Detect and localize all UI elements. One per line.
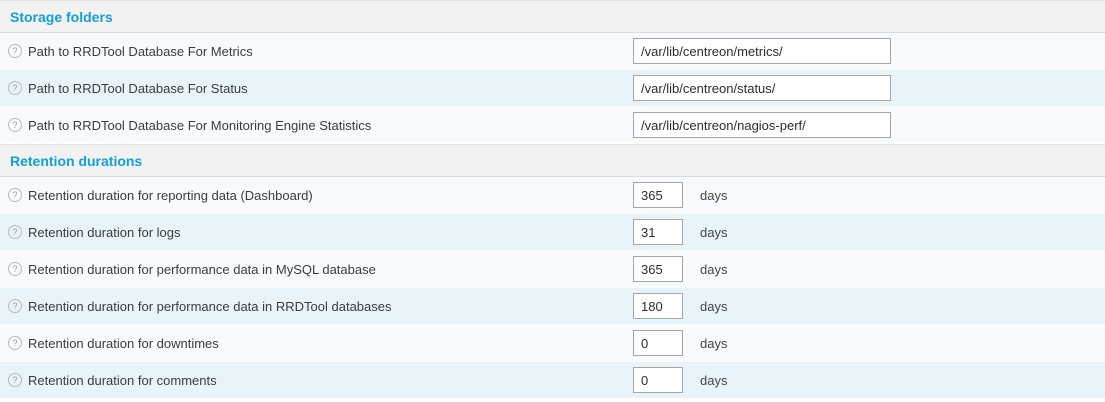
path-input[interactable] (633, 38, 891, 64)
settings-section: Storage folders ? Path to RRDTool Databa… (0, 0, 1105, 144)
field-value-area: days (633, 288, 727, 324)
field-value-area: days (633, 362, 727, 398)
help-icon[interactable]: ? (8, 262, 22, 276)
section-rows: ? Retention duration for reporting data … (0, 177, 1105, 399)
help-icon[interactable]: ? (8, 336, 22, 350)
field-value-area: days (633, 177, 727, 213)
section-title: Retention durations (10, 153, 142, 169)
field-value-area: days (633, 214, 727, 250)
help-icon[interactable]: ? (8, 299, 22, 313)
field-value-area: days (633, 251, 727, 287)
field-value-area: days (633, 325, 727, 361)
section-rows: ? Path to RRDTool Database For Metrics ?… (0, 33, 1105, 144)
field-label: Retention duration for performance data … (28, 262, 376, 277)
duration-input[interactable] (633, 182, 683, 208)
field-label: Retention duration for comments (28, 373, 217, 388)
setting-row: ? Retention duration for logs days (0, 214, 1105, 251)
days-suffix: days (700, 373, 727, 388)
days-suffix: days (700, 225, 727, 240)
path-input[interactable] (633, 75, 891, 101)
setting-row: ? Retention duration for performance dat… (0, 251, 1105, 288)
field-value-area (633, 107, 891, 143)
setting-row: ? Retention duration for performance dat… (0, 288, 1105, 325)
section-title: Storage folders (10, 9, 113, 25)
field-label: Retention duration for reporting data (D… (28, 188, 313, 203)
field-label: Retention duration for performance data … (28, 299, 392, 314)
help-icon[interactable]: ? (8, 118, 22, 132)
help-icon[interactable]: ? (8, 373, 22, 387)
field-label: Path to RRDTool Database For Metrics (28, 44, 253, 59)
duration-input[interactable] (633, 330, 683, 356)
settings-section: Retention durations ? Retention duration… (0, 144, 1105, 399)
field-value-area (633, 33, 891, 69)
days-suffix: days (700, 188, 727, 203)
field-label: Path to RRDTool Database For Monitoring … (28, 118, 371, 133)
section-header: Storage folders (0, 0, 1105, 33)
field-label: Retention duration for logs (28, 225, 180, 240)
help-icon[interactable]: ? (8, 81, 22, 95)
field-label: Path to RRDTool Database For Status (28, 81, 248, 96)
duration-input[interactable] (633, 256, 683, 282)
days-suffix: days (700, 336, 727, 351)
field-value-area (633, 70, 891, 106)
setting-row: ? Retention duration for comments days (0, 362, 1105, 399)
options-page: Storage folders ? Path to RRDTool Databa… (0, 0, 1105, 402)
setting-row: ? Path to RRDTool Database For Status (0, 70, 1105, 107)
field-label: Retention duration for downtimes (28, 336, 219, 351)
help-icon[interactable]: ? (8, 44, 22, 58)
section-header: Retention durations (0, 144, 1105, 177)
days-suffix: days (700, 262, 727, 277)
duration-input[interactable] (633, 219, 683, 245)
setting-row: ? Retention duration for downtimes days (0, 325, 1105, 362)
help-icon[interactable]: ? (8, 188, 22, 202)
duration-input[interactable] (633, 293, 683, 319)
duration-input[interactable] (633, 367, 683, 393)
setting-row: ? Path to RRDTool Database For Metrics (0, 33, 1105, 70)
help-icon[interactable]: ? (8, 225, 22, 239)
days-suffix: days (700, 299, 727, 314)
path-input[interactable] (633, 112, 891, 138)
setting-row: ? Retention duration for reporting data … (0, 177, 1105, 214)
setting-row: ? Path to RRDTool Database For Monitorin… (0, 107, 1105, 144)
